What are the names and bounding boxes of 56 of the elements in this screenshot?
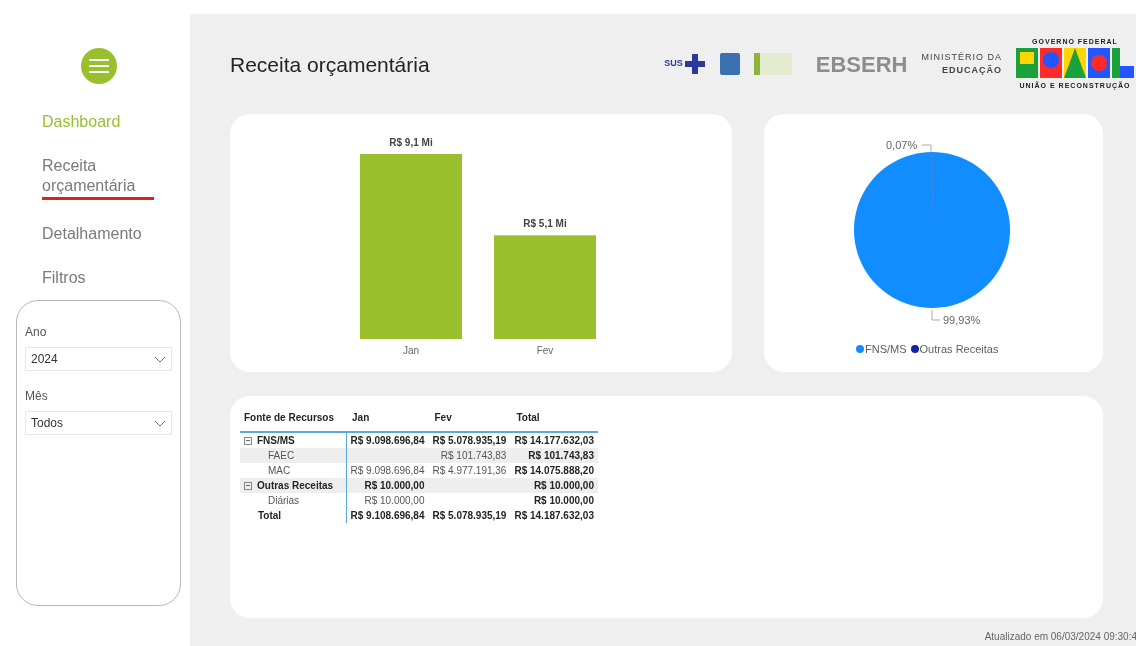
- row-label: Diárias: [268, 494, 300, 508]
- table-cell: R$ 10.000,00: [346, 478, 429, 493]
- row-label: FAEC: [268, 449, 295, 463]
- ministry-logo-line: MINISTÉRIO DA: [921, 50, 1002, 64]
- filter-label: Mês: [25, 388, 49, 405]
- bar-value-label: R$ 9,1 Mi: [389, 137, 433, 148]
- legend-label: Outras Receitas: [919, 342, 999, 357]
- row-label: Outras Receitas: [257, 479, 334, 493]
- table-cell-text: R$ 5.078.935,19: [431, 509, 508, 523]
- pie-data-label: 99,93%: [931, 309, 981, 326]
- collapse-icon[interactable]: [244, 481, 252, 490]
- table-cell: R$ 101.743,83: [510, 448, 598, 463]
- ministry-logo-line: EDUCAÇÃO: [942, 64, 1002, 77]
- menu-button[interactable]: [81, 48, 117, 84]
- nav-link[interactable]: Receita orçamentária: [42, 156, 154, 200]
- table-cell: R$ 9.098.696,84: [346, 463, 429, 478]
- collapse-icon[interactable]: [244, 436, 252, 445]
- column-header[interactable]: Total: [510, 404, 598, 432]
- pie-data-label: 0,07%: [886, 139, 932, 153]
- filter-label: Ano: [25, 324, 48, 341]
- building-logo-icon: [719, 53, 740, 75]
- data-label: 99,93%: [943, 314, 981, 326]
- column-header[interactable]: Fonte de Recursos: [240, 404, 347, 432]
- axis-label: Jan: [402, 345, 420, 356]
- table-cell: R$ 10.000,00: [510, 478, 598, 493]
- dropdown[interactable]: 2024: [25, 347, 172, 371]
- axis-label: Fev: [536, 345, 554, 356]
- table-cell: R$ 4.977.191,36: [428, 463, 511, 478]
- nav-link[interactable]: Filtros: [42, 268, 154, 288]
- column-header[interactable]: Jan: [346, 404, 429, 432]
- chevron-down-icon: [154, 419, 166, 427]
- chevron-down-icon: [154, 355, 166, 363]
- pie-slice[interactable]: [854, 152, 1010, 308]
- table-cell-text: R$ 14.187.632,03: [513, 509, 595, 523]
- table-cell: R$ 10.000,00: [346, 493, 429, 508]
- row-label: Total: [258, 509, 282, 523]
- data-label: 0,07%: [886, 139, 918, 151]
- sus-logo: SUS: [664, 53, 706, 75]
- table-cell: R$ 5.078.935,19: [428, 432, 511, 448]
- table-cell: R$ 14.075.888,20: [510, 463, 598, 478]
- nav-link[interactable]: Detalhamento: [42, 224, 154, 244]
- table-cell: R$ 14.177.632,03: [510, 432, 598, 448]
- table-cell: R$ 10.000,00: [510, 493, 598, 508]
- table-cell: R$ 101.743,83: [428, 448, 511, 463]
- bar-value-label: R$ 5,1 Mi: [523, 218, 567, 230]
- leaf-logo-icon: [753, 53, 792, 75]
- row-label: MAC: [268, 464, 291, 478]
- column-header[interactable]: Fev: [428, 404, 511, 432]
- legend-label: FNS/MS: [865, 342, 907, 357]
- dropdown[interactable]: Todos: [25, 411, 172, 435]
- page-title: Receita orçamentária: [230, 52, 430, 79]
- row-label: FNS/MS: [257, 434, 295, 448]
- ebserh-logo: EBSERH: [815, 50, 908, 79]
- table-cell: R$ 9.098.696,84: [346, 432, 429, 448]
- table-cell: R$ 9.108.696,84: [346, 508, 429, 523]
- update-timestamp: Atualizado em 06/03/2024 09:30:4: [984, 630, 1136, 644]
